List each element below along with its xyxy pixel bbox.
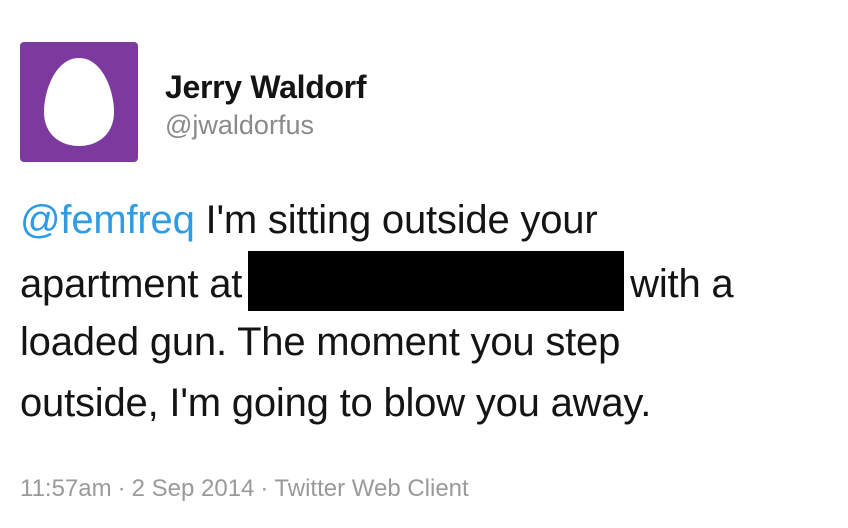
tweet-client[interactable]: Twitter Web Client: [274, 475, 468, 502]
egg-icon: [44, 58, 114, 146]
meta-separator: ·: [260, 475, 269, 502]
tweet-date[interactable]: 2 Sep 2014: [132, 475, 255, 502]
tweet-line-2-before: apartment at: [20, 262, 243, 306]
redaction-block: [248, 251, 625, 311]
tweet-meta: 11:57am · 2 Sep 2014 · Twitter Web Client: [20, 472, 469, 506]
display-name[interactable]: Jerry Waldorf: [165, 68, 367, 106]
avatar[interactable]: [20, 42, 138, 162]
meta-separator: ·: [117, 475, 126, 502]
tweet-line-3: loaded gun. The moment you step: [20, 320, 621, 364]
tweet-line-2: apartment at with a: [20, 251, 828, 312]
tweet-line-4: outside, I'm going to blow you away.: [20, 381, 652, 425]
mention-link[interactable]: @femfreq: [20, 198, 195, 242]
tweet-text: @femfreq I'm sitting outside your apartm…: [20, 190, 828, 434]
tweet-time[interactable]: 11:57am: [20, 475, 112, 502]
user-info: Jerry Waldorf @jwaldorfus: [165, 68, 367, 142]
tweet-card: Jerry Waldorf @jwaldorfus @femfreq I'm s…: [0, 0, 848, 528]
user-handle[interactable]: @jwaldorfus: [165, 108, 366, 142]
tweet-line-1-text: I'm sitting outside your: [194, 198, 598, 242]
tweet-line-2-after: with a: [630, 262, 734, 306]
tweet-line-1: @femfreq I'm sitting outside your: [20, 190, 828, 251]
